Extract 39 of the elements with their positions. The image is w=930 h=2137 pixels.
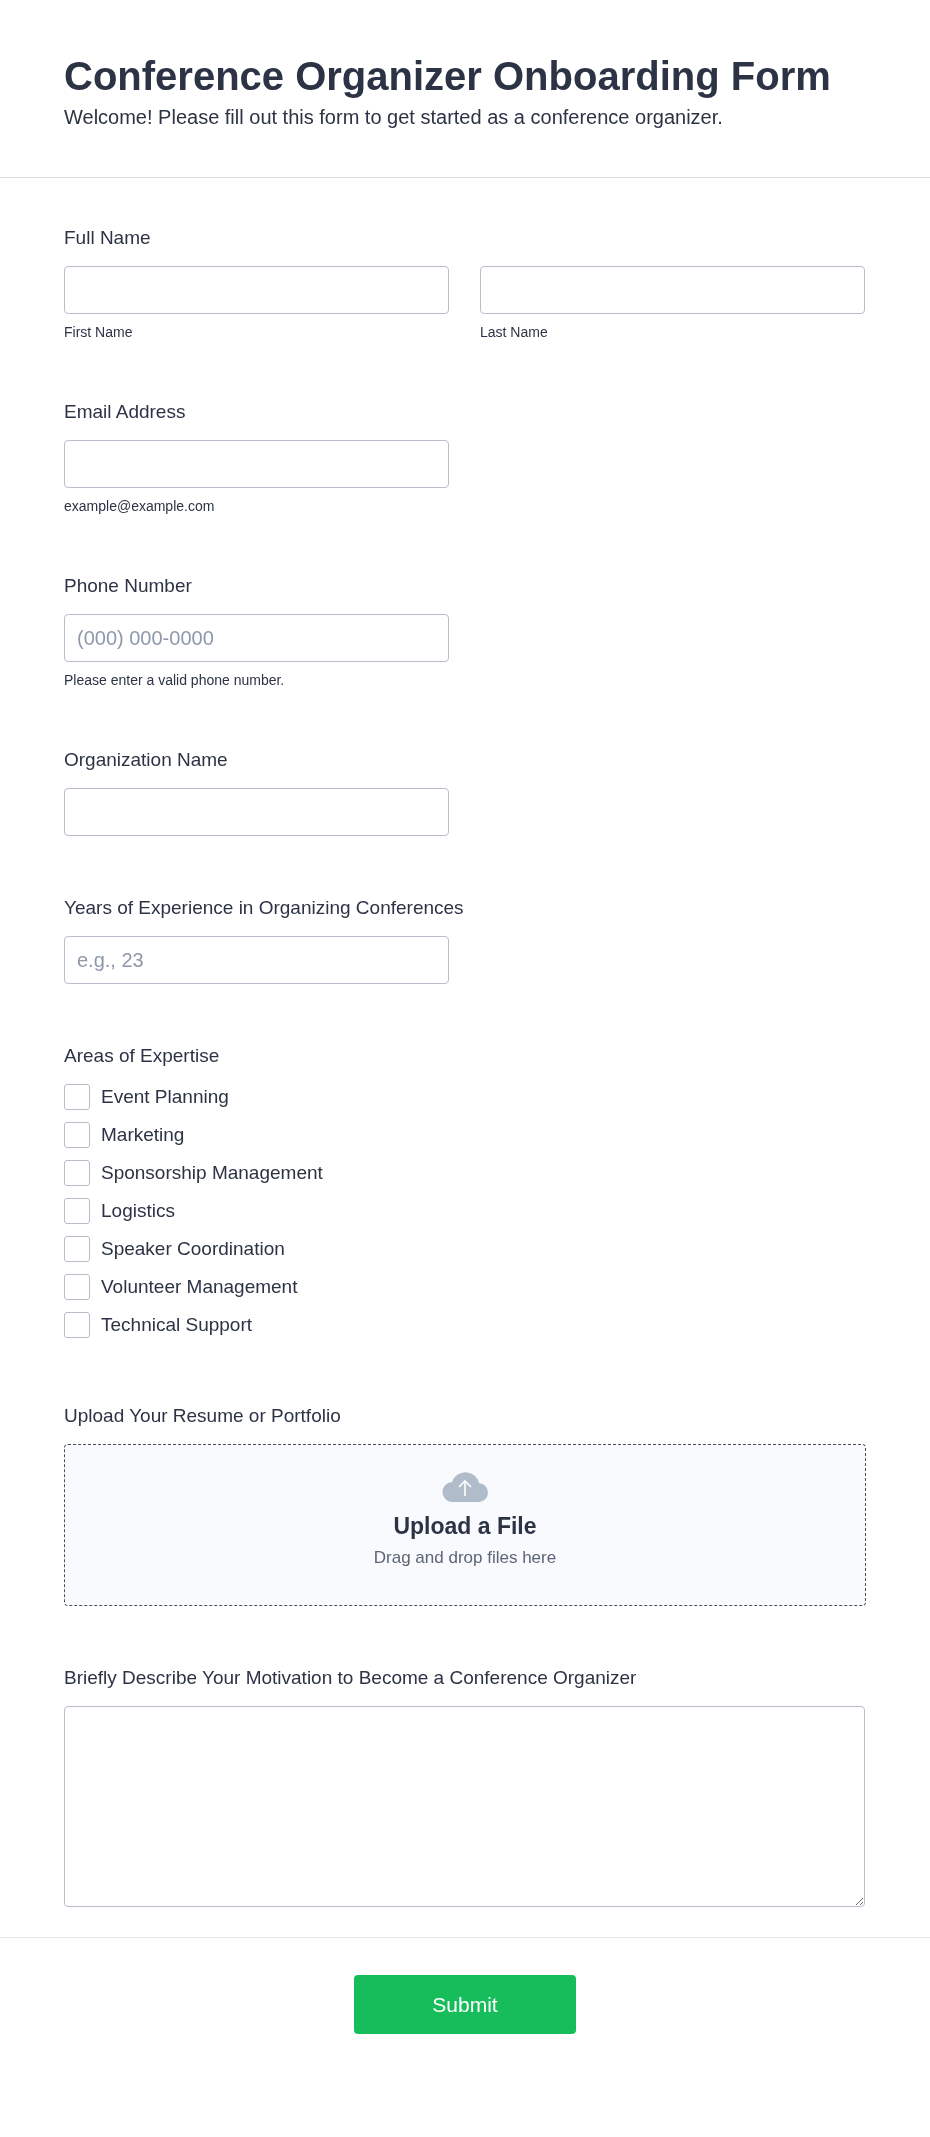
checkbox[interactable]	[64, 1198, 90, 1224]
form-title: Conference Organizer Onboarding Form	[64, 53, 832, 100]
checkbox-label: Technical Support	[101, 1314, 253, 1336]
field-label: Organization Name	[64, 748, 229, 772]
text-area[interactable]	[64, 1706, 865, 1907]
input-field[interactable]	[64, 266, 449, 314]
checkbox-label: Sponsorship Management	[101, 1162, 323, 1184]
checkbox[interactable]	[64, 1160, 90, 1186]
field-label: Areas of Expertise	[64, 1044, 221, 1068]
field-label: Upload Your Resume or Portfolio	[64, 1404, 342, 1428]
checkbox-label: Event Planning	[101, 1086, 229, 1108]
input-field[interactable]: e.g., 23	[64, 936, 449, 984]
field-sublabel: example@example.com	[64, 498, 216, 514]
cloud-upload-icon	[441, 1469, 489, 1503]
field-label: Phone Number	[64, 574, 193, 598]
field-sublabel: First Name	[64, 324, 134, 340]
checkbox[interactable]	[64, 1122, 90, 1148]
input-field[interactable]	[480, 266, 865, 314]
upload-title: Upload a File	[393, 1513, 537, 1540]
checkbox-label: Speaker Coordination	[101, 1238, 285, 1260]
checkbox[interactable]	[64, 1236, 90, 1262]
input-field[interactable]	[64, 440, 449, 488]
checkbox-label: Logistics	[101, 1200, 175, 1222]
checkbox[interactable]	[64, 1084, 90, 1110]
upload-dropzone[interactable]: Upload a File Drag and drop files here	[64, 1444, 866, 1606]
field-sublabel: Please enter a valid phone number.	[64, 672, 286, 688]
input-field[interactable]: (000) 000-0000	[64, 614, 449, 662]
form-subtitle: Welcome! Please fill out this form to get started as a conference organizer.	[64, 106, 724, 129]
input-field[interactable]	[64, 788, 449, 836]
checkbox[interactable]	[64, 1312, 90, 1338]
field-label: Full Name	[64, 226, 152, 250]
checkbox-label: Volunteer Management	[101, 1276, 298, 1298]
checkbox[interactable]	[64, 1274, 90, 1300]
field-sublabel: Last Name	[480, 324, 549, 340]
field-label: Briefly Describe Your Motivation to Become a Conference Organizer	[64, 1666, 638, 1690]
field-label: Years of Experience in Organizing Conferences	[64, 896, 465, 920]
checkbox-label: Marketing	[101, 1124, 185, 1146]
field-label: Email Address	[64, 400, 187, 424]
upload-hint: Drag and drop files here	[373, 1548, 557, 1568]
